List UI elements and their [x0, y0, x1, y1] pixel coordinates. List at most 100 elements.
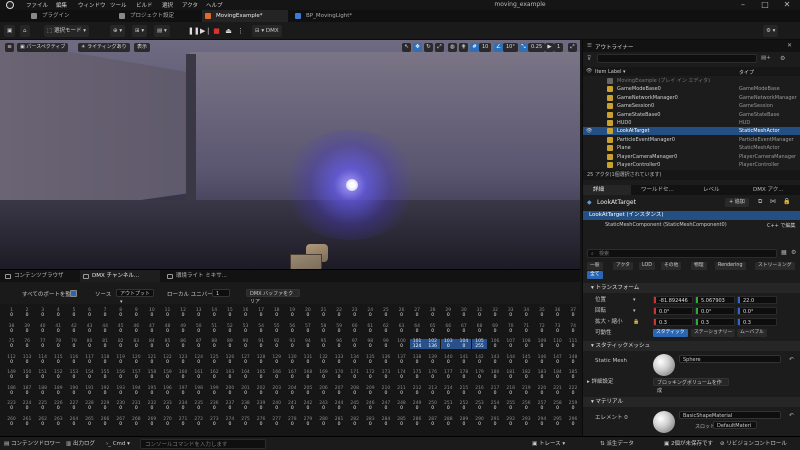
settings-icon[interactable]: ⚙	[791, 249, 796, 256]
tab-bp-moving-light[interactable]: BP_MovingLight*	[292, 10, 378, 22]
look-at-target-sphere[interactable]	[346, 179, 358, 191]
camera-speed-value[interactable]: 1	[554, 43, 564, 52]
tab-dmx-actors[interactable]: DMX アク...	[743, 185, 800, 195]
mobility-static[interactable]: スタティック	[653, 329, 688, 337]
rotation-z[interactable]: 0.0°	[737, 307, 777, 315]
menu-select[interactable]: 選択	[162, 1, 173, 9]
outliner-item[interactable]: GameStateBase0 GameStateBase	[583, 111, 800, 119]
cinematics-button[interactable]: ▤ ▾	[154, 25, 170, 37]
dropdown-icon[interactable]: ▾	[633, 306, 636, 316]
blueprint-icon[interactable]: ⧉	[758, 198, 762, 206]
tab-project-settings[interactable]: プロジェクト設定	[116, 10, 196, 22]
rotation-snap-value[interactable]: 10°	[503, 43, 518, 52]
maximize-viewport-icon[interactable]: ⤢	[568, 43, 577, 52]
eject-icon[interactable]: ⏏	[224, 26, 233, 36]
static-mesh-section[interactable]: ▾ スタティックメッシュ	[583, 341, 800, 351]
trace-button[interactable]: ▣ トレース ▾	[532, 439, 565, 449]
source-dropdown[interactable]: アウトプット ▾	[116, 289, 154, 305]
close-icon[interactable]: ✕	[787, 42, 792, 49]
create-blocking-volume-button[interactable]: ブロッキングボリュームを作成	[653, 378, 729, 394]
filter-rendering[interactable]: Rendering	[715, 262, 746, 270]
outliner-item[interactable]: 👁 LookAtTarget StaticMeshActor	[583, 127, 800, 136]
lighting-button[interactable]: ☀ ライティングあり	[78, 43, 130, 52]
tab-moving-example[interactable]: MovingExample*	[202, 10, 288, 22]
scale-y[interactable]: 0.3	[695, 318, 735, 326]
level-viewport[interactable]: ⊥ ≡ ▣ パースペクティブ ☀ ライティングあり 表示 ↖ ✥ ↻ ⤢ ◍ ⋕…	[0, 40, 580, 269]
scale-snap-value[interactable]: 0.25	[528, 43, 546, 52]
perspective-button[interactable]: ▣ パースペクティブ	[17, 43, 69, 52]
filter-general[interactable]: 一般	[587, 262, 603, 270]
mesh-thumbnail[interactable]	[653, 354, 675, 376]
scale-icon[interactable]: ⤢	[435, 43, 444, 52]
transform-section[interactable]: ▾ トランスフォーム	[583, 283, 800, 293]
filter-streaming[interactable]: ストリーミング	[755, 262, 795, 270]
filter-misc[interactable]: その他	[661, 262, 682, 270]
filter-icon[interactable]: ⊽	[587, 55, 591, 62]
stop-icon[interactable]: ■	[212, 26, 221, 36]
outliner-item[interactable]: PlayerCameraManager0 PlayerCameraManager	[583, 153, 800, 161]
camera-speed-icon[interactable]: ▶	[545, 43, 554, 52]
cmd-dropdown[interactable]: ›_ Cmd ▾	[106, 439, 130, 449]
add-component-button[interactable]: + 追加	[725, 198, 749, 207]
reset-icon[interactable]: ↶	[789, 411, 794, 421]
add-content-button[interactable]: ⊕ ▾	[110, 25, 126, 37]
output-log-button[interactable]: ▥ 出力ログ	[66, 439, 95, 449]
static-mesh-dropdown[interactable]: Sphere	[679, 355, 781, 363]
menu-file[interactable]: ファイル	[26, 1, 48, 9]
materials-section[interactable]: ▾ マテリアル	[583, 397, 800, 407]
surface-snap-icon[interactable]: ⋕	[459, 43, 468, 52]
location-y[interactable]: 5.067903	[695, 296, 735, 304]
menu-build[interactable]: ビルド	[136, 1, 153, 9]
menu-actor[interactable]: アクタ	[182, 1, 198, 9]
scale-z[interactable]: 0.3	[737, 318, 777, 326]
mode-icon[interactable]: ⌂	[20, 25, 30, 37]
add-folder-icon[interactable]: ▤+	[761, 55, 771, 61]
save-icon[interactable]: ▣	[4, 25, 16, 37]
minimize-icon[interactable]: –	[732, 0, 754, 10]
outliner-item[interactable]: Plane StaticMeshActor	[583, 144, 800, 152]
details-search-input[interactable]: ⌕ 検索	[587, 249, 777, 258]
outliner-item[interactable]: GameSession0 GameSession	[583, 102, 800, 110]
material-thumbnail[interactable]	[653, 411, 675, 433]
translate-icon[interactable]: ✥	[413, 43, 422, 52]
rotation-y[interactable]: 0.0°	[695, 307, 735, 315]
universe-input[interactable]: 1	[212, 289, 230, 297]
outliner-search-input[interactable]	[597, 54, 757, 63]
settings-button[interactable]: ⚙ ▾	[763, 25, 779, 37]
platform-dropdown[interactable]: ⊟ ▾ DMX	[252, 25, 282, 37]
tab-details[interactable]: 詳細	[583, 185, 631, 195]
clear-dmx-buffer-button[interactable]: DMX バッファをクリア	[246, 289, 300, 305]
tab-world-settings[interactable]: ワールドセ...	[631, 185, 685, 195]
content-drawer-button[interactable]: ▤ コンテンツドロワー	[4, 439, 60, 449]
share-icon[interactable]: ⋈	[770, 198, 776, 205]
outliner-item[interactable]: GameNetworkManager0 GameNetworkManager	[583, 94, 800, 102]
derived-data-button[interactable]: ⇅ 派生データ	[600, 439, 634, 449]
filter-all[interactable]: 全て	[587, 271, 603, 279]
advanced-label[interactable]: ▸ 詳細設定	[587, 377, 614, 387]
scale-x[interactable]: 0.3	[653, 318, 693, 326]
edit-cpp-link[interactable]: C++ で編集	[767, 222, 795, 229]
play-options-icon[interactable]: ⋮	[236, 26, 245, 36]
mobility-movable[interactable]: ムーバブル	[737, 329, 767, 337]
scale-lock-icon[interactable]: 🔒	[633, 317, 639, 327]
outliner-item[interactable]: ParticleEventManager0 ParticleEventManage…	[583, 136, 800, 144]
location-z[interactable]: 22.0	[737, 296, 777, 304]
reset-icon[interactable]: ↶	[789, 355, 794, 365]
select-mode-dropdown[interactable]: ⬚ 選択モード ▾	[44, 25, 89, 37]
actor-name[interactable]: LookAtTarget	[597, 199, 636, 206]
grid-snap-icon[interactable]: #	[470, 43, 479, 52]
location-x[interactable]: -81.892446	[653, 296, 693, 304]
mobility-stationary[interactable]: ステーショナリー	[691, 329, 736, 337]
moving-light-body[interactable]	[290, 254, 322, 269]
console-input[interactable]: コンソールコマンドを入力します	[140, 439, 266, 449]
hamburger-icon[interactable]: ≡	[5, 43, 14, 52]
tab-plugins[interactable]: プラグイン	[28, 10, 108, 22]
menu-help[interactable]: ヘルプ	[206, 1, 223, 9]
rotation-x[interactable]: 0.0°	[653, 307, 693, 315]
col-type[interactable]: タイプ	[739, 69, 754, 76]
revision-control-button[interactable]: ⊘ リビジョンコントロール	[720, 439, 787, 449]
menu-window[interactable]: ウィンドウ	[78, 1, 106, 9]
slot-dropdown[interactable]: DefaultMateri	[713, 421, 757, 429]
col-item-label[interactable]: Item Label ▾	[595, 69, 626, 75]
outliner-item[interactable]: PlayerController0 PlayerController	[583, 161, 800, 169]
